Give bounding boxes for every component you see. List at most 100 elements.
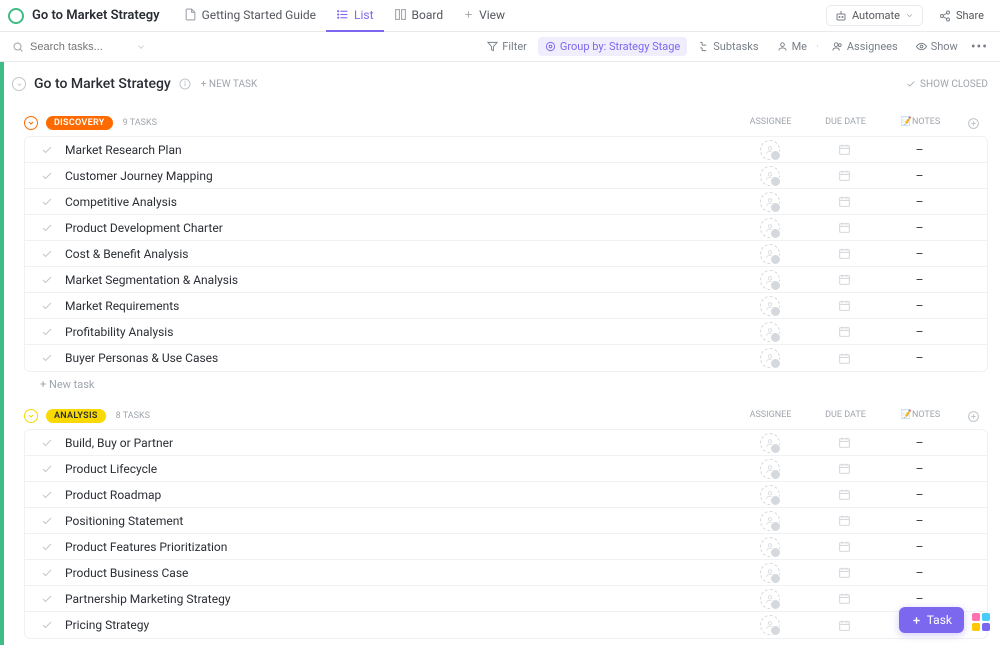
task-row[interactable]: Positioning Statement–: [25, 508, 987, 534]
tab-board[interactable]: Board: [384, 0, 454, 32]
subtasks-button[interactable]: Subtasks: [691, 37, 765, 56]
task-row[interactable]: Market Segmentation & Analysis–: [25, 267, 987, 293]
task-name[interactable]: Product Development Charter: [65, 221, 732, 235]
new-task-row[interactable]: + New task: [24, 372, 988, 391]
tab-add-view[interactable]: View: [453, 0, 515, 32]
task-name[interactable]: Market Segmentation & Analysis: [65, 273, 732, 287]
filter-button[interactable]: Filter: [480, 37, 534, 56]
due-date-cell[interactable]: [807, 566, 882, 579]
notes-cell[interactable]: –: [882, 299, 957, 313]
task-name[interactable]: Product Business Case: [65, 566, 732, 580]
due-date-cell[interactable]: [807, 592, 882, 605]
task-complete-checkbox[interactable]: [41, 274, 53, 286]
task-complete-checkbox[interactable]: [41, 326, 53, 338]
stage-badge[interactable]: DISCOVERY: [46, 116, 113, 130]
due-date-cell[interactable]: [807, 299, 882, 312]
share-button[interactable]: Share: [931, 9, 992, 22]
task-row[interactable]: Product Business Case –: [25, 560, 987, 586]
notes-cell[interactable]: –: [882, 351, 957, 365]
task-name[interactable]: Customer Journey Mapping: [65, 169, 732, 183]
info-icon[interactable]: [179, 78, 191, 90]
notes-cell[interactable]: –: [882, 592, 957, 606]
due-date-cell[interactable]: [807, 540, 882, 553]
due-date-cell[interactable]: [807, 436, 882, 449]
more-menu[interactable]: •••: [971, 39, 988, 55]
notes-cell[interactable]: –: [882, 540, 957, 554]
task-complete-checkbox[interactable]: [41, 222, 53, 234]
assignees-button[interactable]: Assignees: [825, 37, 905, 56]
stage-badge[interactable]: ANALYSIS: [46, 409, 106, 423]
task-name[interactable]: Build, Buy or Partner: [65, 436, 732, 450]
add-column-button[interactable]: [958, 117, 988, 130]
notes-cell[interactable]: –: [882, 195, 957, 209]
task-complete-checkbox[interactable]: [41, 300, 53, 312]
assignee-cell[interactable]: [732, 589, 807, 609]
task-row[interactable]: Competitive Analysis –: [25, 189, 987, 215]
automate-button[interactable]: Automate: [826, 5, 923, 26]
task-row[interactable]: Product Features Prioritization –: [25, 534, 987, 560]
due-date-cell[interactable]: [807, 143, 882, 156]
assignee-cell[interactable]: [732, 296, 807, 316]
task-complete-checkbox[interactable]: [41, 248, 53, 260]
tab-getting-started[interactable]: Getting Started Guide: [174, 0, 326, 32]
due-date-cell[interactable]: [807, 247, 882, 260]
task-row[interactable]: Buyer Personas & Use Cases –: [25, 345, 987, 371]
workspace-logo[interactable]: [8, 8, 24, 24]
task-complete-checkbox[interactable]: [41, 515, 53, 527]
due-date-cell[interactable]: [807, 325, 882, 338]
task-name[interactable]: Competitive Analysis: [65, 195, 732, 209]
assignee-cell[interactable]: [732, 433, 807, 453]
collapse-toggle[interactable]: [12, 77, 26, 91]
task-row[interactable]: Profitability Analysis –: [25, 319, 987, 345]
task-complete-checkbox[interactable]: [41, 170, 53, 182]
task-row[interactable]: Cost & Benefit Analysis –: [25, 241, 987, 267]
assignee-cell[interactable]: [732, 348, 807, 368]
task-row[interactable]: Customer Journey Mapping–: [25, 163, 987, 189]
me-button[interactable]: Me: [770, 37, 814, 56]
chevron-down-icon[interactable]: [136, 42, 146, 52]
task-complete-checkbox[interactable]: [41, 144, 53, 156]
task-row[interactable]: Product Development Charter–: [25, 215, 987, 241]
add-column-button[interactable]: [958, 410, 988, 423]
notes-cell[interactable]: –: [882, 247, 957, 261]
new-task-row[interactable]: + New task: [24, 639, 988, 645]
tab-list[interactable]: List: [326, 0, 384, 32]
apps-launcher[interactable]: [972, 613, 990, 631]
groupby-button[interactable]: Group by: Strategy Stage: [538, 37, 687, 56]
task-complete-checkbox[interactable]: [41, 567, 53, 579]
task-row[interactable]: Market Research Plan–: [25, 137, 987, 163]
task-name[interactable]: Product Roadmap: [65, 488, 732, 502]
task-name[interactable]: Buyer Personas & Use Cases: [65, 351, 732, 365]
new-task-link[interactable]: + NEW TASK: [201, 79, 257, 90]
notes-cell[interactable]: –: [882, 462, 957, 476]
assignee-cell[interactable]: [732, 615, 807, 635]
task-row[interactable]: Product Roadmap –: [25, 482, 987, 508]
assignee-cell[interactable]: [732, 459, 807, 479]
due-date-cell[interactable]: [807, 514, 882, 527]
task-name[interactable]: Positioning Statement: [65, 514, 732, 528]
assignee-cell[interactable]: [732, 140, 807, 160]
assignee-cell[interactable]: [732, 563, 807, 583]
assignee-cell[interactable]: [732, 322, 807, 342]
task-row[interactable]: Pricing Strategy–: [25, 612, 987, 638]
task-name[interactable]: Profitability Analysis: [65, 325, 732, 339]
task-name[interactable]: Cost & Benefit Analysis: [65, 247, 732, 261]
notes-cell[interactable]: –: [882, 325, 957, 339]
task-name[interactable]: Product Lifecycle: [65, 462, 732, 476]
notes-cell[interactable]: –: [882, 488, 957, 502]
notes-cell[interactable]: –: [882, 566, 957, 580]
due-date-cell[interactable]: [807, 488, 882, 501]
task-row[interactable]: Product Lifecycle –: [25, 456, 987, 482]
task-complete-checkbox[interactable]: [41, 352, 53, 364]
due-date-cell[interactable]: [807, 169, 882, 182]
assignee-cell[interactable]: [732, 166, 807, 186]
notes-cell[interactable]: –: [882, 436, 957, 450]
task-complete-checkbox[interactable]: [41, 619, 53, 631]
due-date-cell[interactable]: [807, 352, 882, 365]
task-name[interactable]: Product Features Prioritization: [65, 540, 732, 554]
due-date-cell[interactable]: [807, 195, 882, 208]
show-button[interactable]: Show: [909, 37, 965, 56]
assignee-cell[interactable]: [732, 511, 807, 531]
assignee-cell[interactable]: [732, 218, 807, 238]
task-complete-checkbox[interactable]: [41, 196, 53, 208]
